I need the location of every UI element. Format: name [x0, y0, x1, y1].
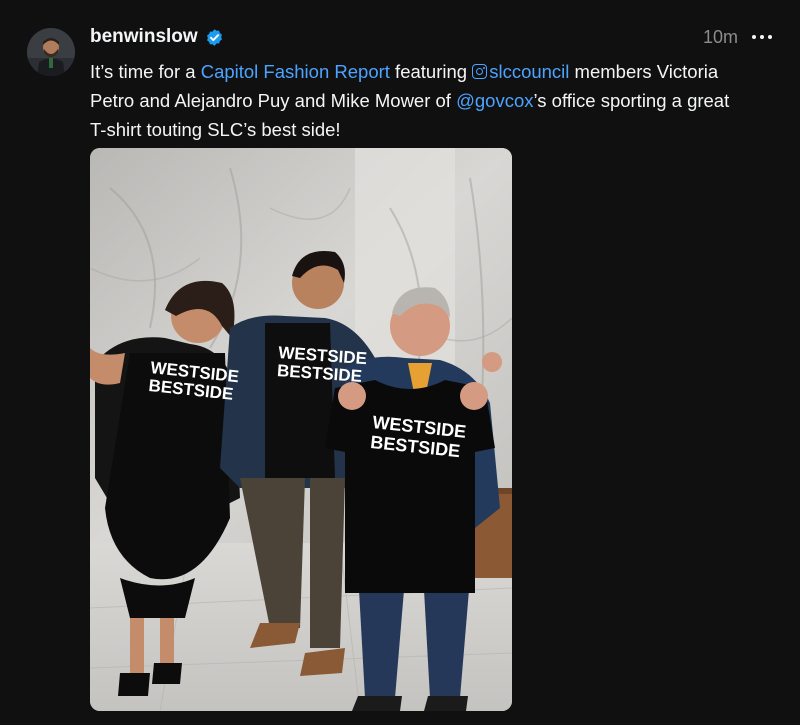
- username[interactable]: benwinslow: [90, 26, 198, 48]
- caption-text: featuring: [389, 61, 473, 82]
- post-caption: It’s time for a Capitol Fashion Report f…: [90, 57, 750, 144]
- govcox-mention-link[interactable]: @govcox: [456, 90, 533, 111]
- caption-text: It’s time for a: [90, 61, 201, 82]
- thread-post: benwinslow 10m It’s time for a Capitol F…: [0, 0, 800, 725]
- instagram-icon: [472, 64, 488, 79]
- post-photo[interactable]: WESTSIDE BESTSIDE WESTSIDE BESTSIDE WEST…: [90, 148, 512, 711]
- ellipsis-icon[interactable]: [750, 27, 774, 47]
- slccouncil-mention-text: slccouncil: [489, 61, 570, 82]
- post-timestamp: 10m: [702, 27, 738, 47]
- capitol-fashion-report-link[interactable]: Capitol Fashion Report: [201, 61, 390, 82]
- photo-image: WESTSIDE BESTSIDE WESTSIDE BESTSIDE WEST…: [90, 148, 512, 711]
- avatar[interactable]: [27, 28, 75, 76]
- verified-badge-icon: [207, 29, 222, 46]
- avatar-image: [27, 28, 75, 76]
- slccouncil-mention-link[interactable]: slccouncil: [472, 61, 569, 82]
